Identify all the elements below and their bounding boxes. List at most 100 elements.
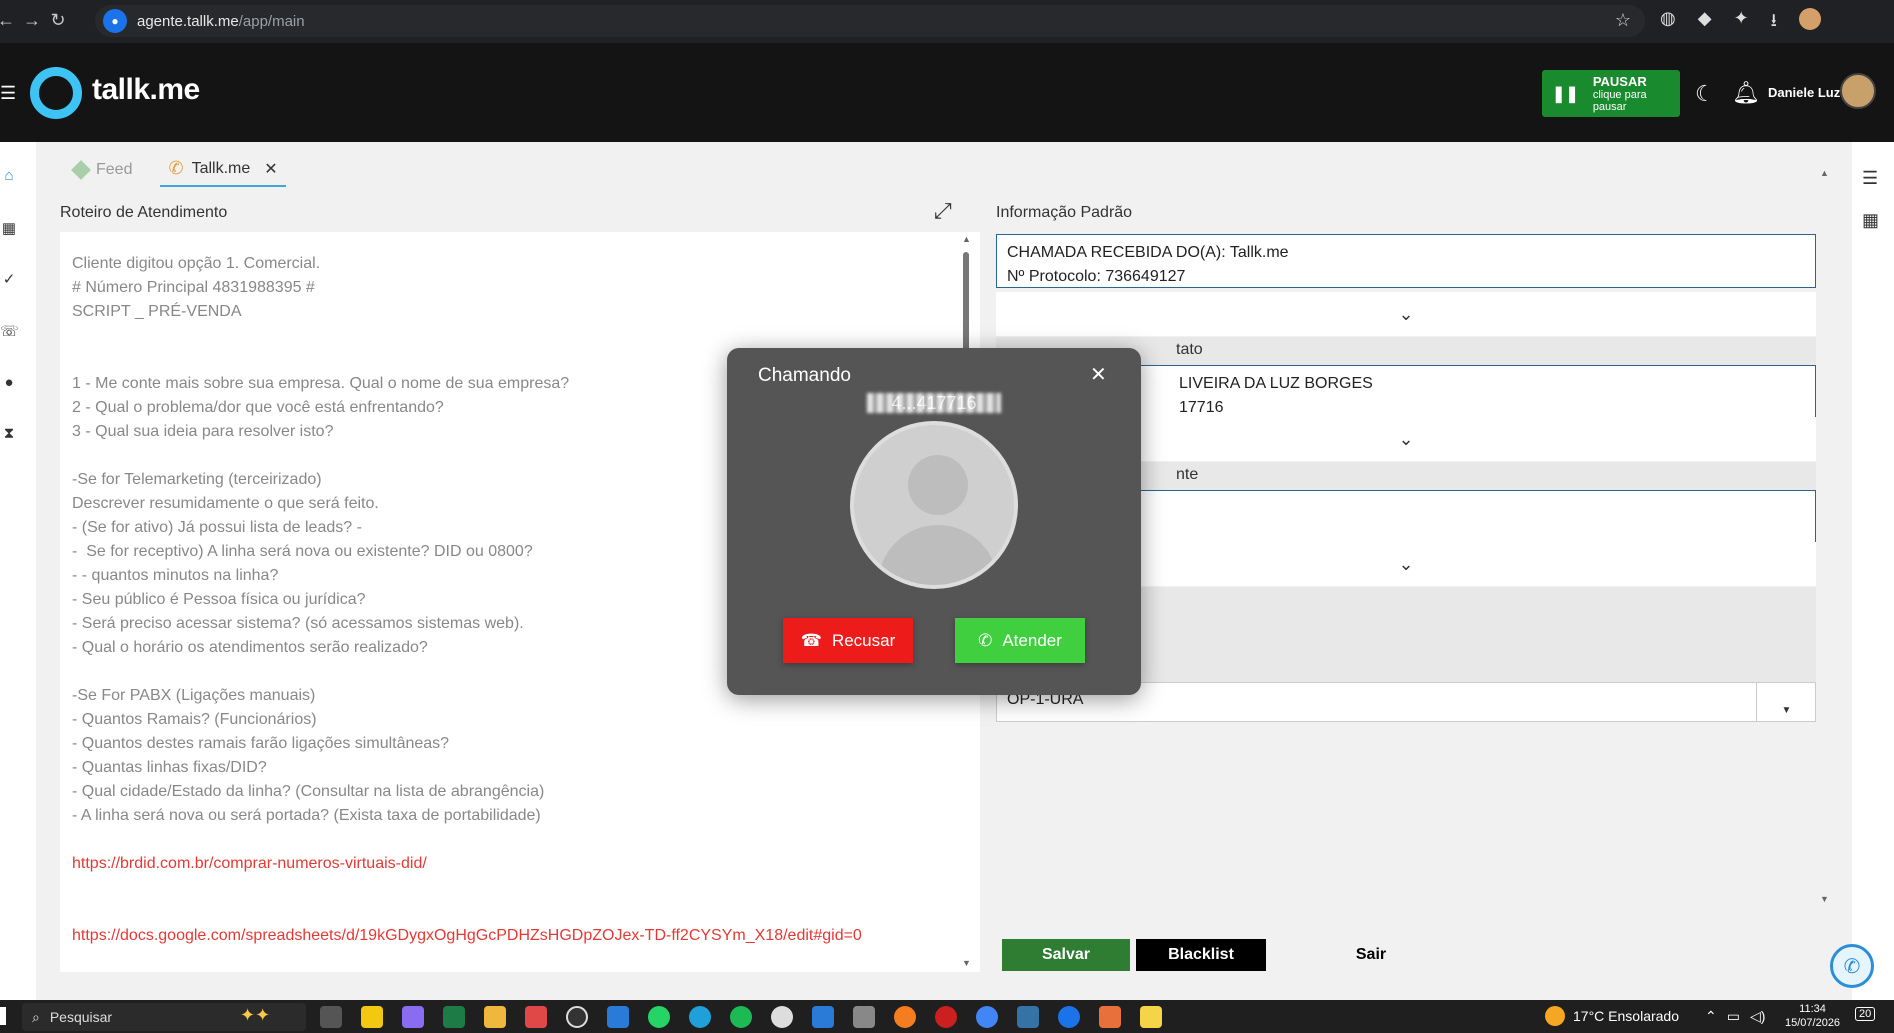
info-textarea[interactable]: CHAMADA RECEBIDA DO(A): Tallk.me Nº Prot… — [996, 234, 1816, 288]
script-title: Roteiro de Atendimento — [60, 204, 228, 221]
decline-button[interactable]: ☎ Recusar — [783, 618, 913, 663]
script-line: # Número Principal 4831988395 # — [72, 279, 315, 296]
slack-icon[interactable] — [771, 1006, 793, 1028]
scroll-up-icon[interactable]: ▲ — [1820, 168, 1829, 178]
script-link[interactable]: https://brdid.com.br/comprar-numeros-vir… — [72, 852, 968, 876]
copilot-app-icon[interactable] — [402, 1006, 424, 1028]
app-icon[interactable] — [1099, 1006, 1121, 1028]
network-icon[interactable]: ▭ — [1727, 1008, 1740, 1025]
download-icon[interactable]: ⭳ — [1771, 8, 1777, 38]
extension-icon[interactable]: ◆ — [1698, 8, 1712, 38]
tab-feed[interactable]: Feed — [66, 152, 140, 187]
decline-label: Recusar — [831, 630, 896, 650]
calendar-app-icon[interactable] — [812, 1006, 834, 1028]
avatar[interactable] — [1840, 73, 1876, 109]
outlook-icon[interactable] — [607, 1006, 629, 1028]
pause-button[interactable]: ❚❚ PAUSAR clique para pausar — [1542, 70, 1680, 117]
url-host: agente.tallk.me — [137, 12, 239, 30]
menu-icon[interactable]: ☰ — [0, 83, 16, 104]
excel-icon[interactable] — [443, 1006, 465, 1028]
third-label-text: nte — [1176, 466, 1199, 483]
back-arrow-icon[interactable]: ← — [0, 10, 20, 31]
dark-mode-icon[interactable]: ☾ — [1695, 81, 1715, 107]
caller-avatar — [850, 421, 1018, 589]
copilot-icon[interactable]: ✦✦ — [240, 1005, 270, 1026]
sticky-notes-icon[interactable] — [1140, 1006, 1162, 1028]
chevron-down-icon[interactable]: ⌄ — [1398, 304, 1413, 325]
profile-avatar[interactable] — [1798, 8, 1821, 30]
windows-icon[interactable] — [0, 1007, 6, 1025]
app-icon[interactable] — [525, 1006, 547, 1028]
answer-label: Atender — [1002, 630, 1062, 650]
save-button[interactable]: Salvar — [1002, 939, 1130, 971]
phone-icon: ✆ — [168, 158, 184, 178]
phone-history-icon[interactable]: ☏ — [0, 322, 19, 340]
firefox-icon[interactable] — [894, 1006, 916, 1028]
calendar-icon[interactable]: ▦ — [0, 219, 18, 237]
answer-button[interactable]: ✆ Atender — [955, 618, 1085, 663]
bell-icon[interactable]: 🔔︎ — [1732, 80, 1760, 106]
check-circle-icon[interactable]: ✓ — [0, 270, 18, 288]
exit-button[interactable]: Sair — [1326, 939, 1416, 971]
info-line: CHAMADA RECEBIDA DO(A): Tallk.me — [1007, 244, 1289, 261]
close-icon[interactable]: ✕ — [1090, 362, 1107, 387]
forward-arrow-icon[interactable]: → — [18, 10, 46, 31]
info-title: Informação Padrão — [996, 204, 1133, 221]
expand-icon[interactable]: ⤢ — [934, 198, 952, 224]
address-bar[interactable]: ● agente.tallk.me/app/main ☆ — [95, 5, 1645, 37]
powerbi-icon[interactable] — [361, 1006, 383, 1028]
task-view-icon[interactable] — [320, 1006, 342, 1028]
chevron-up-icon[interactable]: ⌃ — [1705, 1008, 1717, 1025]
logo-text: tallk.me — [92, 73, 200, 106]
phone-icon: ✆ — [978, 630, 993, 650]
chevron-down-icon[interactable]: ⌄ — [1398, 554, 1413, 575]
home-icon[interactable]: ⌂ — [0, 167, 18, 184]
app-icon[interactable] — [1058, 1006, 1080, 1028]
blacklist-button[interactable]: Blacklist — [1136, 939, 1266, 971]
spotify-icon[interactable] — [730, 1006, 752, 1028]
clock[interactable]: 11:34 15/07/2026 — [1785, 1002, 1840, 1030]
calculator-icon[interactable] — [853, 1006, 875, 1028]
user-name[interactable]: Daniele Luz — [1768, 85, 1840, 100]
chevron-down-icon[interactable]: ⌄ — [1398, 429, 1413, 450]
volume-icon[interactable]: ◁) — [1750, 1008, 1765, 1025]
scroll-down-icon[interactable]: ▼ — [962, 958, 971, 968]
scroll-thumb[interactable] — [963, 252, 969, 352]
scroll-down-icon[interactable]: ▼ — [1820, 894, 1829, 904]
chat-support-icon[interactable]: ✆ — [1830, 944, 1874, 988]
collapse-panel-icon[interactable]: ☰ — [1862, 168, 1878, 189]
notification-badge[interactable]: 20 — [1855, 1007, 1876, 1021]
scroll-up-icon[interactable]: ▲ — [962, 234, 971, 244]
hourglass-icon[interactable]: ⧗ — [0, 425, 18, 442]
user-icon[interactable]: ● — [0, 374, 18, 391]
weather-text: 17°C Ensolarado — [1573, 1008, 1679, 1024]
opera-icon[interactable] — [935, 1006, 957, 1028]
url-path: /app/main — [238, 12, 305, 30]
close-icon[interactable]: ✕ — [264, 159, 277, 179]
pause-title: PAUSAR — [1592, 74, 1647, 89]
pause-icon: ❚❚ — [1552, 85, 1579, 103]
obs-icon[interactable] — [566, 1006, 588, 1028]
tab-bar: Feed ✆ Tallk.me ✕ — [66, 152, 286, 187]
weather-widget[interactable]: 17°C Ensolarado — [1545, 1006, 1679, 1026]
puzzle-icon[interactable]: ✦ — [1734, 8, 1749, 38]
script-line: - Quantos destes ramais farão ligações s… — [72, 735, 450, 752]
chrome-icon[interactable] — [976, 1006, 998, 1028]
modal-title: Chamando — [758, 365, 851, 386]
tab-tallkme[interactable]: ✆ Tallk.me ✕ — [160, 152, 286, 187]
edge-icon[interactable] — [689, 1006, 711, 1028]
mic-icon[interactable]: ● — [103, 9, 127, 33]
contact-label-text: tato — [1176, 341, 1203, 358]
extension-icons: ◍ ◆ ✦ ⭳ — [1660, 8, 1821, 38]
script-link[interactable]: https://docs.google.com/spreadsheets/d/1… — [72, 924, 968, 948]
schedule-icon[interactable]: ▦ — [1862, 210, 1879, 231]
python-icon[interactable] — [1017, 1006, 1039, 1028]
chevron-down-icon[interactable]: ▼ — [1756, 682, 1816, 722]
extension-icon[interactable]: ◍ — [1660, 8, 1676, 38]
reload-icon[interactable]: ↻ — [44, 10, 72, 31]
left-sidebar: ⌂ ▦ ✓ ☏ ● ⧗ — [0, 142, 36, 1000]
collapse-row[interactable]: ⌄ — [996, 292, 1816, 336]
bookmark-star-icon[interactable]: ☆ — [1615, 10, 1631, 31]
whatsapp-icon[interactable] — [648, 1006, 670, 1028]
folder-icon[interactable] — [484, 1006, 506, 1028]
